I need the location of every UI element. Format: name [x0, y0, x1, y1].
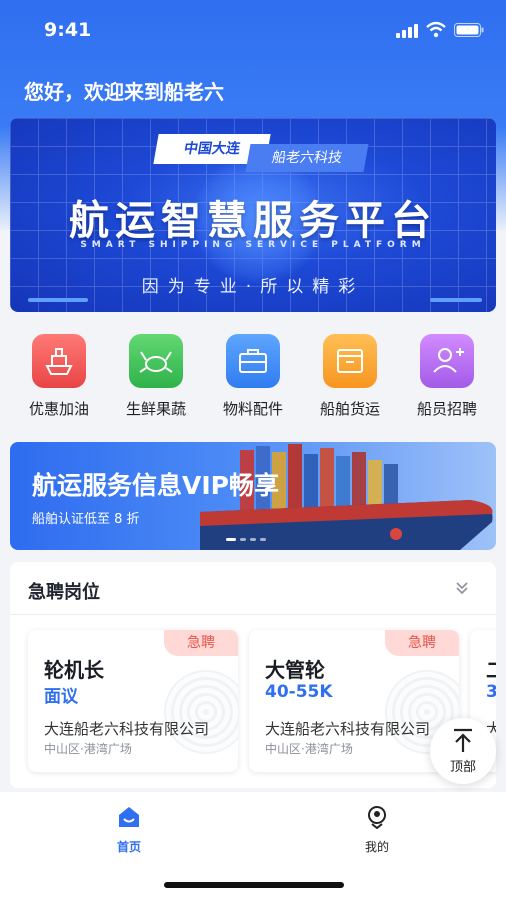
- carousel-indicator: [240, 538, 246, 541]
- banner-decor-bar: [28, 298, 88, 302]
- cargo-box-icon: [323, 334, 377, 388]
- quick-item-label: 船舶货运: [319, 400, 380, 418]
- job-location: 中山区·港湾广场: [44, 742, 132, 756]
- banner-title: 航运智慧服务平台: [69, 198, 437, 244]
- banner-slogan: 因为专业·所以精彩: [141, 277, 365, 297]
- banner-subtitle: SMART SHIPPING SERVICE PLATFORM: [80, 240, 426, 250]
- tab-profile[interactable]: 我的: [332, 804, 422, 855]
- tab-home[interactable]: 首页: [84, 804, 174, 855]
- job-salary: 面议: [44, 687, 78, 707]
- crab-icon: [129, 334, 183, 388]
- back-to-top-label: 顶部: [449, 760, 476, 775]
- toolbox-icon: [226, 334, 280, 388]
- ship-fuel-icon: [32, 334, 86, 388]
- tab-label: 首页: [116, 840, 141, 854]
- promo-subtitle: 船舶认证低至 8 折: [32, 512, 140, 527]
- job-salary: 3: [486, 682, 496, 702]
- quick-item-recruit[interactable]: 船员招聘: [407, 334, 487, 419]
- quick-item-label: 生鲜果蔬: [125, 400, 186, 418]
- platform-banner[interactable]: 中国大连 船老六科技 航运智慧服务平台 SMART SHIPPING SERVI…: [10, 118, 496, 312]
- promo-title: 航运服务信息VIP畅享: [32, 471, 279, 500]
- job-company: 大连船老六科技有限公司: [265, 720, 431, 738]
- carousel-indicator: [250, 538, 256, 541]
- job-position: 轮机长: [44, 658, 104, 682]
- job-salary: 40-55K: [265, 682, 333, 702]
- carousel-indicator: [260, 538, 266, 541]
- quick-item-cargo[interactable]: 船舶货运: [310, 334, 390, 419]
- tab-label: 我的: [364, 840, 389, 854]
- home-indicator: [164, 882, 344, 888]
- banner-tag-company: 船老六科技: [245, 144, 369, 172]
- job-card[interactable]: 急聘 大管轮 40-55K 大连船老六科技有限公司 中山区·港湾广场: [249, 630, 459, 772]
- divider: [10, 614, 496, 615]
- status-time: 9:41: [44, 19, 92, 41]
- bottom-tab-bar: 首页 我的: [0, 792, 506, 900]
- home-icon: [119, 807, 139, 827]
- arrow-up-icon: [454, 728, 472, 752]
- quick-item-fresh[interactable]: 生鲜果蔬: [116, 334, 196, 419]
- cellular-signal-icon: [396, 24, 418, 38]
- wifi-icon: [426, 21, 446, 38]
- greeting-text: 您好，欢迎来到船老六: [24, 80, 224, 104]
- quick-item-label: 船员招聘: [416, 400, 477, 418]
- banner-decor-bar: [430, 298, 482, 302]
- quick-item-label: 优惠加油: [28, 400, 89, 418]
- urgent-badge: 急聘: [164, 630, 238, 656]
- job-company: 大连船老六科技有限公司: [44, 720, 210, 738]
- back-to-top-button[interactable]: 顶部: [430, 718, 496, 784]
- job-position: 二: [486, 654, 496, 683]
- urgent-badge: 急聘: [385, 630, 459, 656]
- decorative-rings: [164, 670, 238, 754]
- vip-promo-banner[interactable]: 航运服务信息VIP畅享 船舶认证低至 8 折: [10, 442, 496, 550]
- job-position: 大管轮: [265, 658, 325, 682]
- add-user-icon: [420, 334, 474, 388]
- section-title: 急聘岗位: [28, 582, 100, 603]
- carousel-indicator-active: [226, 538, 236, 541]
- quick-item-fuel[interactable]: 优惠加油: [19, 334, 99, 419]
- double-chevron-down-icon[interactable]: [454, 580, 470, 596]
- job-card[interactable]: 急聘 轮机长 面议 大连船老六科技有限公司 中山区·港湾广场: [28, 630, 238, 772]
- status-bar: 9:41: [0, 0, 506, 60]
- quick-item-materials[interactable]: 物料配件: [213, 334, 293, 419]
- battery-icon: [454, 23, 484, 37]
- job-location: 中山区·港湾广场: [265, 742, 353, 756]
- profile-icon: [368, 806, 386, 830]
- quick-item-label: 物料配件: [222, 400, 283, 418]
- urgent-jobs-section: 急聘岗位 急聘 轮机长 面议 大连船老六科技有限公司 中山区·港湾广场 急聘 大…: [10, 562, 496, 788]
